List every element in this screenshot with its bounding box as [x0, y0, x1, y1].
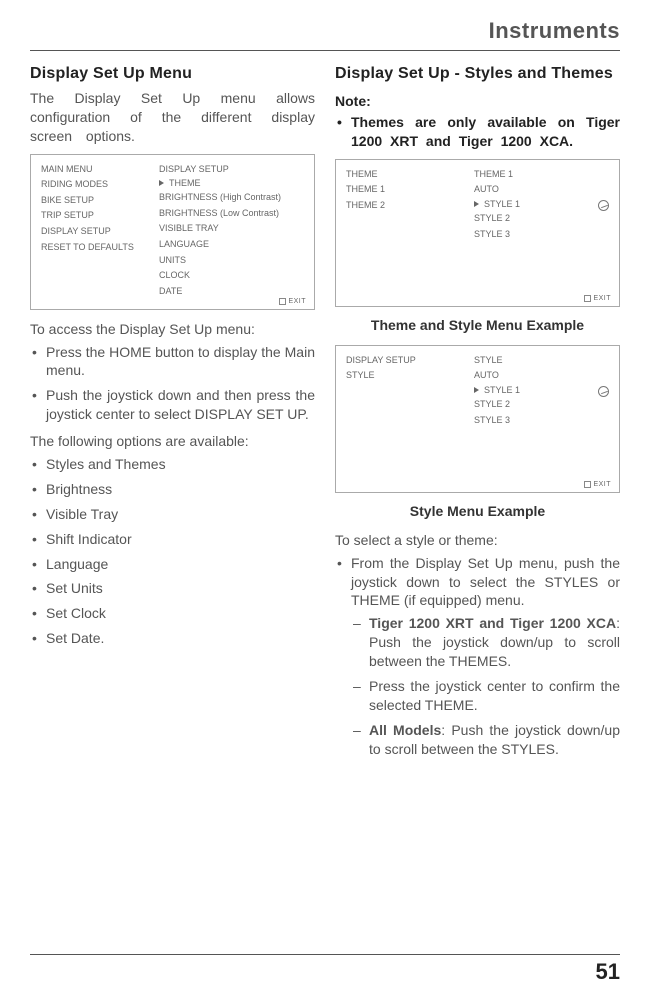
- exit-label: EXIT: [288, 298, 306, 305]
- list-item: Shift Indicator: [46, 530, 315, 549]
- menu-screenshot-theme: THEME THEME 1 THEME 2 THEME 1 AUTO STYLE…: [335, 159, 620, 307]
- list-item: All Models: Push the joystick down/up to…: [369, 721, 620, 759]
- note-list: Themes are only available on Tiger 1200 …: [335, 113, 620, 151]
- menu-item: RIDING MODES: [41, 178, 141, 191]
- footer: 51: [30, 954, 620, 985]
- cursor-icon: [159, 180, 164, 186]
- check-circle-icon: [598, 386, 609, 397]
- model-bold: All Models: [369, 722, 441, 738]
- sub-steps-list: Tiger 1200 XRT and Tiger 1200 XCA: Push …: [351, 614, 620, 758]
- access-steps-list: Press the HOME button to display the Mai…: [30, 343, 315, 425]
- list-item: Brightness: [46, 480, 315, 499]
- access-lead: To access the Display Set Up menu:: [30, 320, 315, 339]
- menu-item: MAIN MENU: [41, 163, 141, 176]
- menu-item: STYLE 3: [474, 414, 520, 427]
- menu-left-column: MAIN MENU RIDING MODES BIKE SETUP TRIP S…: [41, 163, 141, 298]
- menu-item: RESET TO DEFAULTS: [41, 241, 141, 254]
- exit-indicator: EXIT: [584, 295, 611, 302]
- options-lead: The following options are available:: [30, 432, 315, 451]
- list-item: Push the joystick down and then press th…: [46, 386, 315, 424]
- list-item: Styles and Themes: [46, 455, 315, 474]
- menu-item: BRIGHTNESS (High Contrast): [159, 191, 281, 204]
- menu-item: CLOCK: [159, 269, 281, 282]
- menu-left-column: THEME THEME 1 THEME 2: [346, 168, 456, 240]
- exit-label: EXIT: [593, 295, 611, 302]
- menu-item: UNITS: [159, 254, 281, 267]
- right-column: Display Set Up - Styles and Themes Note:…: [335, 65, 620, 767]
- note-label: Note:: [335, 93, 620, 109]
- menu-item: THEME 1: [474, 168, 520, 181]
- menu-item: THEME: [346, 168, 456, 181]
- list-item: Set Clock: [46, 604, 315, 623]
- exit-label: EXIT: [593, 481, 611, 488]
- exit-indicator: EXIT: [279, 298, 306, 305]
- menu-item: DATE: [159, 285, 281, 298]
- exit-indicator: EXIT: [584, 481, 611, 488]
- menu-item: DISPLAY SETUP: [41, 225, 141, 238]
- menu-item: TRIP SETUP: [41, 209, 141, 222]
- check-circle-icon: [598, 200, 609, 211]
- select-steps-list: From the Display Set Up menu, push the j…: [335, 554, 620, 759]
- page-number: 51: [596, 959, 620, 984]
- menu-screenshot-display-setup: MAIN MENU RIDING MODES BIKE SETUP TRIP S…: [30, 154, 315, 310]
- cursor-icon: [474, 387, 479, 393]
- menu-item: AUTO: [474, 183, 520, 196]
- menu-item: VISIBLE TRAY: [159, 222, 281, 235]
- two-column-layout: Display Set Up Menu The Display Set Up m…: [30, 65, 620, 767]
- menu-item-label: STYLE 1: [484, 199, 520, 209]
- note-item: Themes are only available on Tiger 1200 …: [351, 113, 620, 151]
- list-item: Visible Tray: [46, 505, 315, 524]
- menu-item: THEME 2: [346, 199, 456, 212]
- caption-style: Style Menu Example: [335, 503, 620, 519]
- left-column: Display Set Up Menu The Display Set Up m…: [30, 65, 315, 767]
- menu-item-selected: STYLE 1: [474, 385, 520, 395]
- list-item: Press the HOME button to display the Mai…: [46, 343, 315, 381]
- top-bar: Instruments: [30, 18, 620, 51]
- list-item: Tiger 1200 XRT and Tiger 1200 XCA: Push …: [369, 614, 620, 671]
- menu-item: LANGUAGE: [159, 238, 281, 251]
- select-lead: To select a style or theme:: [335, 531, 620, 550]
- home-icon: [584, 481, 591, 488]
- options-list: Styles and Themes Brightness Visible Tra…: [30, 455, 315, 648]
- home-icon: [279, 298, 286, 305]
- section-heading-styles-themes: Display Set Up - Styles and Themes: [335, 65, 620, 83]
- list-item: Set Units: [46, 579, 315, 598]
- menu-right-column: DISPLAY SETUP THEME BRIGHTNESS (High Con…: [159, 163, 281, 298]
- menu-left-column: DISPLAY SETUP STYLE: [346, 354, 456, 426]
- menu-item: BRIGHTNESS (Low Contrast): [159, 207, 281, 220]
- menu-item: STYLE: [474, 354, 520, 367]
- menu-screenshot-style: DISPLAY SETUP STYLE STYLE AUTO STYLE 1 S…: [335, 345, 620, 493]
- menu-item-selected: THEME: [159, 178, 281, 188]
- list-item: Press the joystick center to confirm the…: [369, 677, 620, 715]
- menu-item: DISPLAY SETUP: [346, 354, 456, 367]
- intro-paragraph: The Display Set Up menu allows configura…: [30, 89, 315, 146]
- list-item: Language: [46, 555, 315, 574]
- section-heading-display-setup: Display Set Up Menu: [30, 65, 315, 83]
- menu-item: STYLE: [346, 369, 456, 382]
- caption-theme: Theme and Style Menu Example: [335, 317, 620, 333]
- menu-item: STYLE 2: [474, 212, 520, 225]
- menu-item: BIKE SETUP: [41, 194, 141, 207]
- menu-item: STYLE 2: [474, 398, 520, 411]
- home-icon: [584, 295, 591, 302]
- menu-item: STYLE 3: [474, 228, 520, 241]
- chapter-title: Instruments: [489, 18, 620, 44]
- menu-right-column: THEME 1 AUTO STYLE 1 STYLE 2 STYLE 3: [474, 168, 520, 240]
- menu-right-column: STYLE AUTO STYLE 1 STYLE 2 STYLE 3: [474, 354, 520, 426]
- menu-item-label: THEME: [169, 178, 201, 188]
- list-item-text: From the Display Set Up menu, push the j…: [351, 555, 620, 609]
- menu-item-label: STYLE 1: [484, 385, 520, 395]
- menu-item: THEME 1: [346, 183, 456, 196]
- model-bold: Tiger 1200 XRT and Tiger 1200 XCA: [369, 615, 616, 631]
- menu-item-selected: STYLE 1: [474, 199, 520, 209]
- menu-item: DISPLAY SETUP: [159, 163, 281, 176]
- menu-item: AUTO: [474, 369, 520, 382]
- list-item: From the Display Set Up menu, push the j…: [351, 554, 620, 759]
- cursor-icon: [474, 201, 479, 207]
- list-item: Set Date.: [46, 629, 315, 648]
- page: Instruments Display Set Up Menu The Disp…: [0, 0, 650, 1001]
